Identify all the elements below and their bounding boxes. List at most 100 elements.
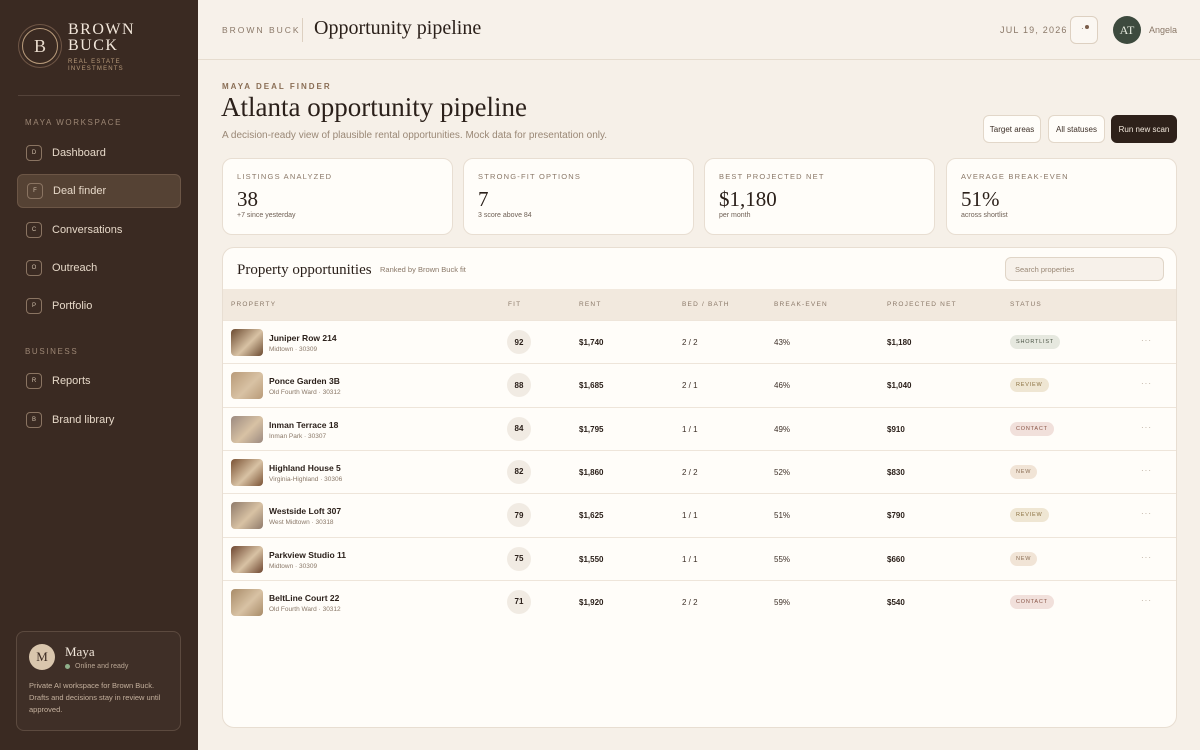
maya-identity: Maya Online and ready — [65, 644, 128, 670]
brand-logo[interactable]: B BROWN BUCK REAL ESTATE INVESTMENTS — [22, 22, 135, 72]
notifications-button[interactable]: · — [1070, 16, 1098, 44]
maya-assistant-card[interactable]: M Maya Online and ready Private AI works… — [16, 631, 181, 731]
all-statuses-button[interactable]: All statuses — [1048, 115, 1105, 143]
property-location: Inman Park · 30307 — [269, 432, 327, 440]
sidebar-item-dashboard[interactable]: D Dashboard — [17, 136, 181, 170]
rent-value: $1,740 — [579, 338, 604, 347]
more-icon[interactable]: ··· — [1141, 509, 1152, 518]
more-icon[interactable]: ··· — [1141, 423, 1152, 432]
table-row[interactable]: Inman Terrace 18 Inman Park · 30307 84 $1,7… — [223, 406, 1176, 450]
kpi-label: BEST PROJECTED NET — [719, 172, 825, 181]
property-location: Midtown · 30309 — [269, 562, 318, 570]
column-header-fit[interactable]: FIT — [508, 301, 521, 308]
status-badge: REVIEW — [1010, 378, 1049, 393]
sidebar-item-outreach[interactable]: O Outreach — [17, 251, 181, 285]
column-header-rent[interactable]: RENT — [579, 301, 602, 308]
table-row[interactable]: BeltLine Court 22 Old Fourth Ward · 30312… — [223, 579, 1176, 623]
property-name: Westside Loft 307 — [269, 506, 342, 517]
property-thumbnail — [231, 458, 263, 486]
column-header-status[interactable]: STATUS — [1010, 301, 1042, 308]
fit-score: 79 — [507, 503, 531, 528]
sidebar-item-portfolio[interactable]: P Portfolio — [17, 289, 181, 323]
rent-value: $1,550 — [579, 554, 604, 564]
more-icon[interactable]: ··· — [1141, 553, 1152, 562]
sidebar-item-conversations[interactable]: C Conversations — [17, 213, 181, 247]
maya-name: Maya — [65, 644, 95, 659]
column-header-break-even[interactable]: BREAK-EVEN — [774, 301, 828, 308]
key-icon: D — [26, 145, 42, 161]
property-location: Old Fourth Ward · 30312 — [269, 389, 341, 397]
table-row[interactable]: Ponce Garden 3B Old Fourth Ward · 30312 88… — [223, 363, 1176, 406]
property-thumbnail — [231, 588, 263, 616]
more-icon[interactable]: ··· — [1141, 596, 1152, 605]
break-even-value: 55% — [774, 554, 791, 564]
bed-bath-value: 1 / 1 — [682, 511, 698, 521]
kpi-card-listings: LISTINGS ANALYZED 38 +7 since yesterday — [222, 158, 453, 235]
projected-net-value: $1,040 — [887, 381, 912, 391]
section-label-workspace: MAYA WORKSPACE — [25, 118, 123, 127]
brand-name-line2: BUCK — [68, 37, 119, 54]
avatar: M — [29, 644, 55, 670]
online-dot-icon — [65, 664, 70, 669]
sidebar: B BROWN BUCK REAL ESTATE INVESTMENTS MAY… — [0, 0, 198, 750]
brand-sub-line1: REAL ESTATE — [68, 59, 121, 65]
target-areas-button[interactable]: Target areas — [983, 115, 1041, 143]
property-thumbnail — [231, 415, 263, 443]
break-even-value: 59% — [774, 597, 791, 607]
maya-header: M Maya Online and ready — [29, 644, 168, 670]
sidebar-item-reports[interactable]: R Reports — [17, 364, 181, 398]
table-row[interactable]: Parkview Studio 11 Midtown · 30309 75 $1,55… — [223, 536, 1176, 580]
column-header-property[interactable]: PROPERTY — [231, 301, 276, 308]
sidebar-item-label: Reports — [52, 375, 91, 387]
sidebar-item-deal-finder[interactable]: F Deal finder — [17, 174, 181, 208]
property-thumbnail — [231, 545, 263, 573]
column-header-projected-net[interactable]: PROJECTED NET — [887, 301, 957, 308]
fit-score: 82 — [507, 459, 531, 484]
bell-icon: · — [1081, 24, 1084, 33]
property-thumbnail — [231, 372, 263, 400]
bed-bath-value: 2 / 2 — [682, 597, 698, 607]
bed-bath-value: 1 / 1 — [682, 554, 698, 564]
more-icon[interactable]: ··· — [1141, 336, 1152, 345]
sidebar-item-label: Deal finder — [53, 185, 107, 197]
more-icon[interactable]: ··· — [1141, 466, 1152, 475]
property-name: Ponce Garden 3B — [269, 376, 340, 387]
table-row[interactable]: Highland House 5 Virginia-Highland · 3030… — [223, 449, 1176, 493]
sidebar-item-label: Brand library — [52, 414, 115, 426]
bed-bath-value: 2 / 2 — [682, 338, 698, 347]
bed-bath-value: 1 / 1 — [682, 424, 698, 434]
property-name: Parkview Studio 11 — [269, 549, 347, 560]
table-header: PROPERTY FIT RENT BED / BATH BREAK-EVEN … — [223, 289, 1176, 320]
kpi-value: $1,180 — [719, 187, 777, 211]
kpi-note: across shortlist — [961, 212, 1008, 219]
search-input[interactable] — [1005, 257, 1164, 281]
column-header-bed-bath[interactable]: BED / BATH — [682, 301, 730, 308]
property-location: Midtown · 30309 — [269, 346, 318, 353]
brand-name-line1: BROWN — [68, 21, 136, 38]
more-icon[interactable]: ··· — [1141, 379, 1152, 388]
avatar[interactable]: AT — [1113, 16, 1141, 44]
property-thumbnail — [231, 502, 263, 530]
table-row[interactable]: Juniper Row 214 Midtown · 30309 92 $1,740 2 … — [223, 320, 1176, 363]
rent-value: $1,625 — [579, 511, 604, 521]
property-name: Highland House 5 — [269, 462, 341, 473]
topbar: BROWN BUCK Opportunity pipeline JUL 19, … — [198, 0, 1200, 60]
fit-score: 71 — [507, 589, 531, 614]
sidebar-item-label: Conversations — [52, 224, 123, 236]
sidebar-divider — [18, 95, 180, 96]
property-name: BeltLine Court 22 — [269, 592, 340, 603]
kpi-note: 3 score above 84 — [478, 212, 532, 219]
table-row[interactable]: Westside Loft 307 West Midtown · 30318 79 $… — [223, 493, 1176, 536]
run-new-scan-button[interactable]: Run new scan — [1111, 115, 1177, 143]
brand-mark-icon: B — [22, 28, 58, 64]
projected-net-value: $790 — [887, 511, 905, 521]
user-name[interactable]: Angela — [1149, 25, 1177, 35]
status-badge: NEW — [1010, 464, 1038, 479]
property-name: Juniper Row 214 — [269, 333, 337, 343]
fit-score: 88 — [507, 373, 531, 398]
fit-score: 75 — [507, 546, 531, 571]
bed-bath-value: 2 / 2 — [682, 467, 698, 477]
status-badge: NEW — [1010, 551, 1038, 566]
sidebar-item-label: Dashboard — [52, 147, 106, 159]
sidebar-item-brand-library[interactable]: B Brand library — [17, 403, 181, 437]
